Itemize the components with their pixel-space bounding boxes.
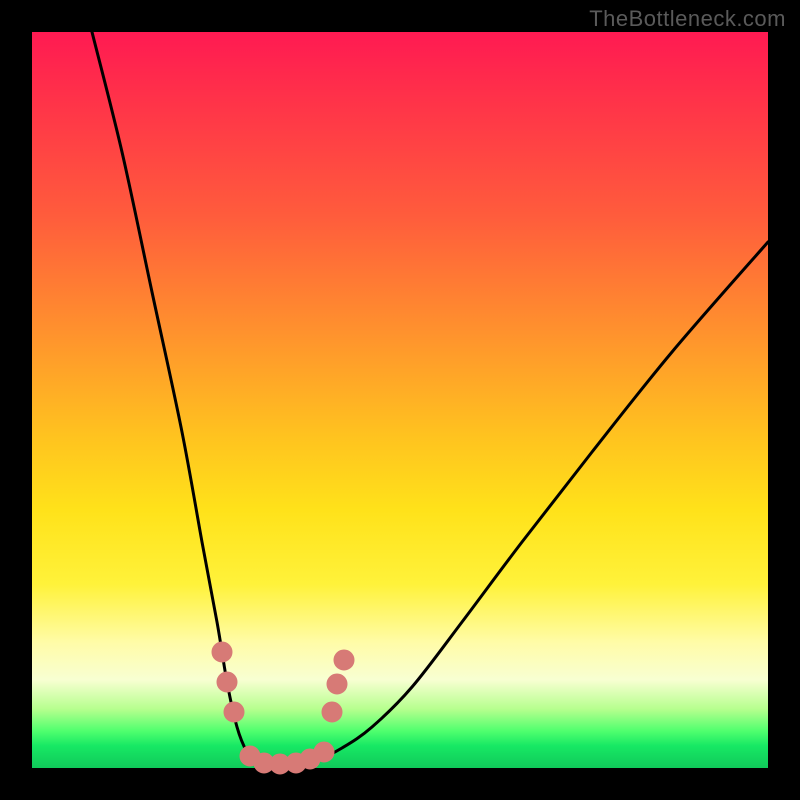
curve-markers xyxy=(212,642,354,774)
bottleneck-chart-svg xyxy=(32,32,768,768)
bottleneck-curve xyxy=(92,32,768,764)
curve-marker xyxy=(322,702,342,722)
attribution-text: TheBottleneck.com xyxy=(589,6,786,32)
curve-marker xyxy=(224,702,244,722)
curve-marker xyxy=(334,650,354,670)
curve-marker xyxy=(314,742,334,762)
curve-marker xyxy=(212,642,232,662)
chart-frame: TheBottleneck.com xyxy=(0,0,800,800)
curve-marker xyxy=(217,672,237,692)
curve-marker xyxy=(327,674,347,694)
